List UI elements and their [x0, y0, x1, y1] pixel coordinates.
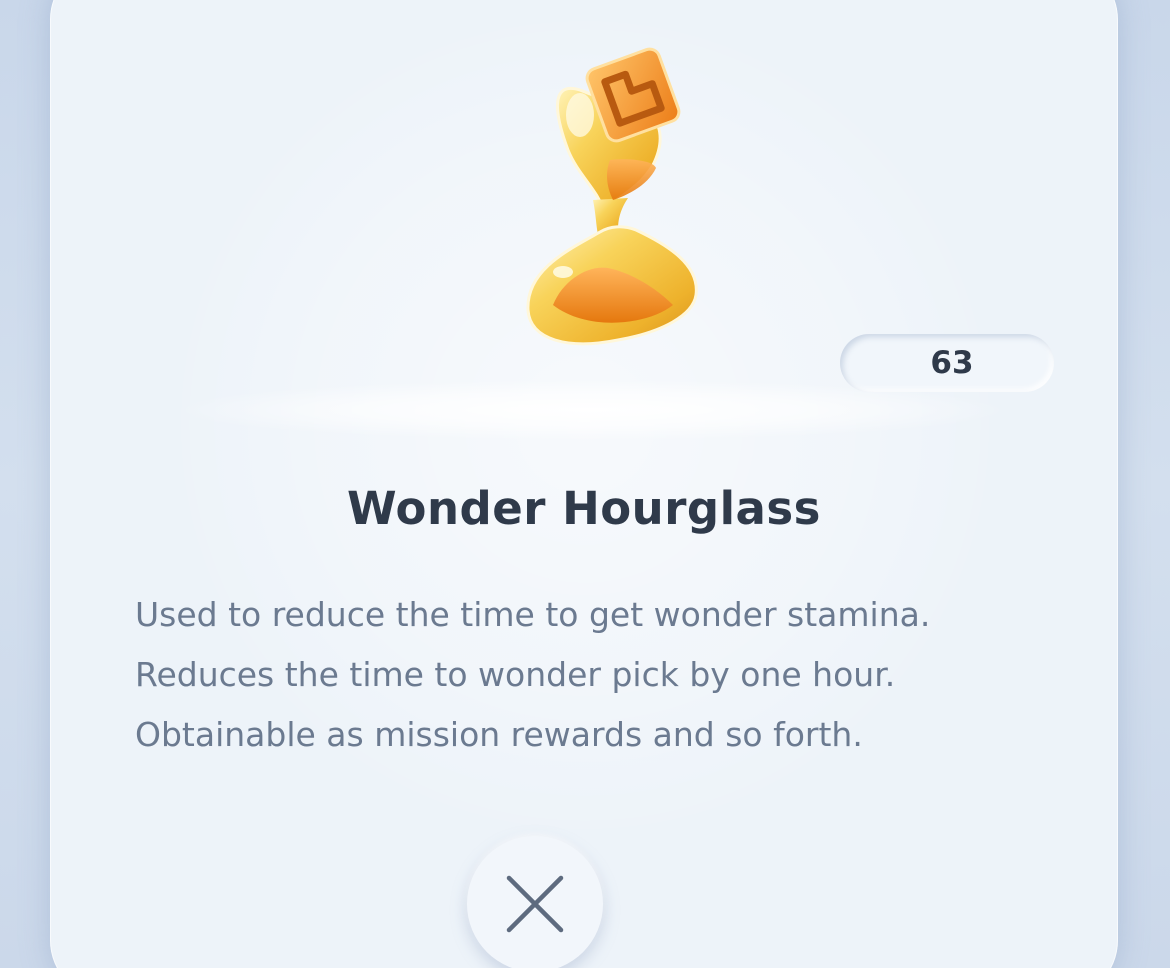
item-count: 63: [930, 345, 974, 381]
description-line: Reduces the time to wonder pick by one h…: [135, 655, 896, 694]
description-line: Obtainable as mission rewards and so for…: [135, 715, 863, 754]
description-line: Used to reduce the time to get wonder st…: [135, 595, 931, 634]
wonder-hourglass-icon: [468, 40, 728, 390]
item-count-badge: 63: [840, 334, 1054, 392]
close-icon: [506, 875, 564, 933]
item-detail-card: 63 Wonder Hourglass Used to reduce the t…: [50, 0, 1118, 968]
item-description: Used to reduce the time to get wonder st…: [135, 585, 1095, 765]
close-button[interactable]: [467, 836, 603, 968]
item-title: Wonder Hourglass: [347, 482, 821, 535]
